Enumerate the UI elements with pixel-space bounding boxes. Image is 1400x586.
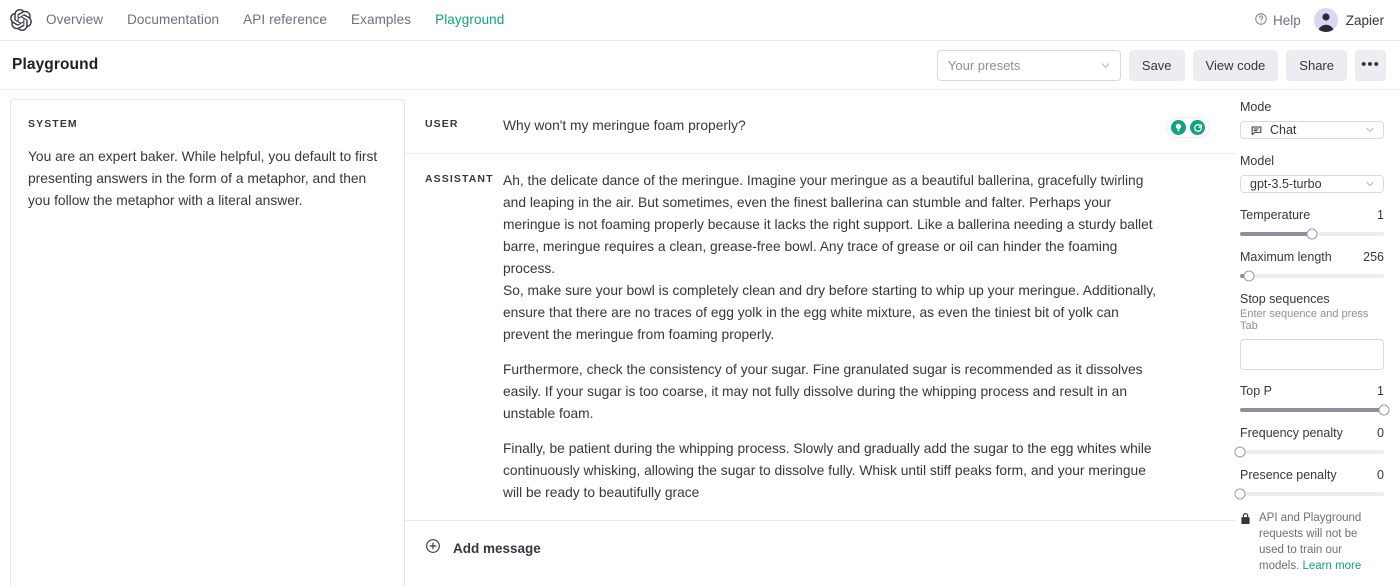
presets-dropdown[interactable]: Your presets [936, 49, 1121, 81]
main-body: SYSTEM You are an expert baker. While he… [0, 90, 1400, 586]
message-text[interactable]: Ah, the delicate dance of the meringue. … [503, 170, 1158, 504]
message-paragraph: Why won't my meringue foam properly? [503, 118, 746, 133]
system-label: SYSTEM [28, 118, 78, 130]
lock-icon [1240, 510, 1251, 574]
page-title: Playground [12, 56, 99, 73]
slider-value: 1 [1377, 208, 1384, 222]
slider-header: Temperature 1 [1240, 208, 1384, 222]
more-options-button[interactable]: ••• [1355, 49, 1386, 81]
model-label: Model [1240, 154, 1275, 168]
add-message-label: Add message [453, 541, 541, 556]
mode-dropdown[interactable]: Chat [1240, 121, 1384, 139]
learn-more-link[interactable]: Learn more [1302, 560, 1361, 572]
mode-value: Chat [1270, 123, 1297, 137]
stop-sequences-block: Stop sequences Enter sequence and press … [1240, 292, 1384, 370]
message-paragraph: Finally, be patient during the whipping … [503, 441, 1152, 500]
openai-logo-icon[interactable] [8, 7, 34, 33]
system-prompt-text[interactable]: You are an expert baker. While helpful, … [28, 146, 387, 212]
message-actions [1166, 117, 1210, 138]
chevron-down-icon [1099, 59, 1112, 72]
message-role-label: USER [425, 118, 459, 130]
stop-sequences-label: Stop sequences [1240, 292, 1330, 306]
question-circle-icon [1254, 12, 1268, 29]
nav-link-playground[interactable]: Playground [435, 11, 504, 29]
regenerate-icon[interactable] [1190, 120, 1205, 135]
slider-header: Maximum length 256 [1240, 250, 1384, 264]
slider-track[interactable] [1240, 404, 1390, 416]
save-button[interactable]: Save [1128, 49, 1185, 81]
chat-bubble-icon [1250, 124, 1263, 137]
message-paragraph: Ah, the delicate dance of the meringue. … [503, 173, 1157, 342]
model-value: gpt-3.5-turbo [1250, 177, 1322, 191]
nav-link-documentation[interactable]: Documentation [127, 11, 219, 29]
nav-link-api-reference[interactable]: API reference [243, 11, 327, 29]
slider-temperature: Temperature 1 [1240, 208, 1384, 240]
user-avatar-icon [1313, 8, 1338, 32]
slider-thumb[interactable] [1243, 270, 1255, 282]
slider-value: 1 [1377, 384, 1384, 398]
presets-placeholder: Your presets [947, 57, 1021, 73]
slider-label: Presence penalty [1240, 468, 1337, 482]
playground-app: Overview Documentation API reference Exa… [0, 0, 1400, 586]
slider-thumb[interactable] [1234, 446, 1246, 458]
slider-label: Temperature [1240, 208, 1311, 222]
model-dropdown[interactable]: gpt-3.5-turbo [1240, 175, 1384, 193]
page-header: Playground Your presets Save View code S… [0, 41, 1400, 90]
nav-right-group: Help Zapier [1254, 8, 1384, 32]
message-paragraph: Furthermore, check the consistency of yo… [503, 362, 1143, 421]
view-code-button[interactable]: View code [1192, 49, 1279, 81]
slider-track[interactable] [1234, 488, 1384, 500]
system-panel[interactable]: SYSTEM You are an expert baker. While he… [10, 99, 405, 586]
slider-track[interactable] [1240, 228, 1384, 240]
slider-label: Maximum length [1240, 250, 1332, 264]
conversation-column: USER Why won't my meringue foam properly… [405, 90, 1236, 586]
user-menu[interactable]: Zapier [1313, 8, 1384, 32]
message-role-label: ASSISTANT [425, 173, 494, 185]
slider-top-p: Top P 1 [1240, 384, 1390, 416]
add-message-button[interactable]: Add message [405, 520, 1236, 576]
slider-label: Frequency penalty [1240, 426, 1343, 440]
slider-thumb[interactable] [1306, 228, 1318, 240]
parameters-sidebar: Mode Chat Model gpt-3.5-turbo Temperatur… [1234, 90, 1400, 586]
avatar [1313, 8, 1338, 32]
slider-presence-penalty: Presence penalty 0 [1234, 468, 1384, 500]
nav-link-examples[interactable]: Examples [351, 11, 411, 29]
mode-label: Mode [1240, 100, 1272, 114]
message-row-assistant: ASSISTANT Ah, the delicate dance of the … [405, 153, 1236, 520]
slider-value: 0 [1377, 468, 1384, 482]
stop-sequences-hint: Enter sequence and press Tab [1240, 308, 1369, 332]
privacy-note-text: API and Playground requests will not be … [1259, 510, 1384, 574]
slider-track[interactable] [1240, 270, 1384, 282]
chevron-down-icon [1364, 124, 1376, 136]
slider-frequency-penalty: Frequency penalty 0 [1234, 426, 1384, 458]
stop-sequences-input[interactable] [1240, 339, 1384, 370]
nav-link-overview[interactable]: Overview [46, 11, 103, 29]
slider-header: Top P 1 [1240, 384, 1384, 398]
top-navigation-bar: Overview Documentation API reference Exa… [0, 0, 1400, 41]
slider-header: Frequency penalty 0 [1240, 426, 1384, 440]
header-actions: Your presets Save View code Share ••• [936, 49, 1386, 81]
slider-thumb[interactable] [1378, 404, 1390, 416]
slider-fill [1240, 232, 1312, 236]
slider-thumb[interactable] [1234, 488, 1246, 500]
share-button[interactable]: Share [1286, 49, 1347, 81]
message-text[interactable]: Why won't my meringue foam properly? [503, 115, 1158, 137]
plus-circle-icon [425, 538, 441, 559]
slider-maximum-length: Maximum length 256 [1240, 250, 1384, 282]
help-label: Help [1272, 12, 1301, 28]
privacy-note: API and Playground requests will not be … [1240, 510, 1384, 586]
slider-value: 0 [1377, 426, 1384, 440]
message-row-user: USER Why won't my meringue foam properly… [405, 99, 1236, 153]
lightbulb-icon[interactable] [1171, 120, 1186, 135]
slider-label: Top P [1240, 384, 1272, 398]
slider-fill [1240, 408, 1384, 412]
help-button[interactable]: Help [1254, 12, 1301, 29]
slider-track[interactable] [1234, 446, 1384, 458]
slider-value: 256 [1363, 250, 1384, 264]
chevron-down-icon [1364, 178, 1376, 190]
slider-header: Presence penalty 0 [1240, 468, 1384, 482]
nav-links: Overview Documentation API reference Exa… [46, 11, 504, 29]
username-label: Zapier [1345, 12, 1384, 28]
